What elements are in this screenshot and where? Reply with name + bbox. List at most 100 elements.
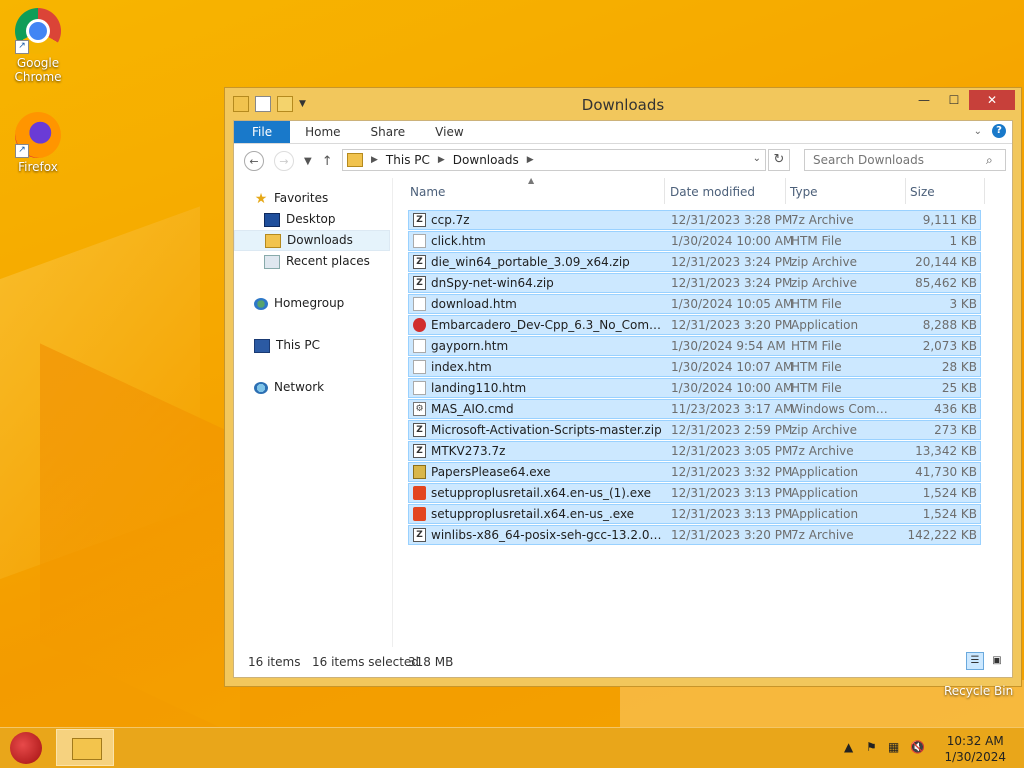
- breadcrumb-separator-icon[interactable]: ▶: [371, 155, 378, 165]
- start-button[interactable]: [10, 732, 42, 764]
- file-date: 1/30/2024 10:05 AM: [671, 297, 794, 311]
- recycle-bin-label[interactable]: Recycle Bin: [944, 684, 1013, 698]
- address-bar[interactable]: ▶ This PC ▶ Downloads ▶ ⌄: [342, 149, 766, 171]
- file-row[interactable]: setupproplusretail.x64.en-us_(1).exe 12/3…: [408, 483, 981, 503]
- file-row[interactable]: index.htm 1/30/2024 10:07 AM HTM File 28 KB: [408, 357, 981, 377]
- file-row[interactable]: Embarcadero_Dev-Cpp_6.3_No_Compiler... 12…: [408, 315, 981, 335]
- volume-muted-icon[interactable]: 🔇: [910, 740, 925, 754]
- breadcrumb-separator-icon[interactable]: ▶: [438, 155, 445, 165]
- action-center-flag-icon[interactable]: ⚑: [866, 740, 877, 754]
- file-row[interactable]: landing110.htm 1/30/2024 10:00 AM HTM File…: [408, 378, 981, 398]
- forward-button[interactable]: →: [274, 151, 294, 171]
- column-name[interactable]: Name: [410, 185, 445, 199]
- breadcrumb-downloads[interactable]: Downloads: [453, 153, 519, 167]
- maximize-button[interactable]: ☐: [939, 90, 969, 110]
- column-size[interactable]: Size: [910, 185, 935, 199]
- minimize-button[interactable]: —: [909, 90, 939, 110]
- file-row[interactable]: setupproplusretail.x64.en-us_.exe 12/31/2…: [408, 504, 981, 524]
- file-row[interactable]: gayporn.htm 1/30/2024 9:54 AM HTM File 2,07…: [408, 336, 981, 356]
- desktop-icon-firefox[interactable]: ↗ Firefox: [2, 112, 74, 174]
- file-type: 7z Archive: [791, 528, 854, 542]
- column-type[interactable]: Type: [790, 185, 818, 199]
- computer-icon: [254, 338, 270, 353]
- taskbar-file-explorer-button[interactable]: [56, 729, 114, 766]
- star-icon: ★: [254, 190, 268, 207]
- column-divider[interactable]: [785, 178, 786, 204]
- nav-recent-places[interactable]: Recent places: [234, 251, 392, 272]
- nav-homegroup[interactable]: Homegroup: [234, 293, 392, 314]
- file-size: 25 KB: [941, 381, 977, 395]
- tab-share[interactable]: Share: [356, 121, 421, 143]
- file-size: 28 KB: [941, 360, 977, 374]
- file-date: 1/30/2024 9:54 AM: [671, 339, 786, 353]
- file-name: die_win64_portable_3.09_x64.zip: [431, 255, 630, 269]
- file-row[interactable]: dnSpy-net-win64.zip 12/31/2023 3:24 PMzip…: [408, 273, 981, 293]
- file-name: click.htm: [431, 234, 486, 248]
- file-size: 273 KB: [934, 423, 977, 437]
- expand-ribbon-icon[interactable]: ⌄: [974, 126, 982, 137]
- file-row[interactable]: click.htm 1/30/2024 10:00 AM HTM File 1 KB: [408, 231, 981, 251]
- file-explorer-icon: [72, 738, 102, 760]
- desktop-icon-chrome[interactable]: ↗ Google Chrome: [2, 8, 74, 84]
- file-row[interactable]: PapersPlease64.exe 12/31/2023 3:32 PM Appl…: [408, 462, 981, 482]
- status-bar: 16 items 16 items selected 318 MB ☰ ▣: [234, 647, 1012, 677]
- app-red-file-icon: [413, 318, 426, 332]
- breadcrumb-this-pc[interactable]: This PC: [386, 153, 430, 167]
- htm-file-icon: [413, 360, 426, 374]
- file-row[interactable]: ccp.7z 12/31/2023 3:28 PM7z Archive 9,111 …: [408, 210, 981, 230]
- recent-locations-dropdown[interactable]: ▼: [304, 156, 312, 167]
- file-row[interactable]: winlibs-x86_64-posix-seh-gcc-13.2.0-llv.…: [408, 525, 981, 545]
- close-button[interactable]: ✕: [969, 90, 1015, 110]
- column-divider[interactable]: [905, 178, 906, 204]
- details-view-icon[interactable]: ☰: [966, 652, 984, 670]
- tab-file[interactable]: File: [234, 121, 291, 143]
- file-date: 1/30/2024 10:07 AM: [671, 360, 794, 374]
- file-date: 12/31/2023 3:20 PM: [671, 318, 793, 332]
- zip-file-icon: [413, 528, 426, 542]
- column-divider[interactable]: [984, 178, 985, 204]
- address-dropdown-icon[interactable]: ⌄: [753, 153, 761, 164]
- file-row[interactable]: MTKV273.7z 12/31/2023 3:05 PM7z Archive 13…: [408, 441, 981, 461]
- file-date: 1/30/2024 10:00 AM: [671, 234, 794, 248]
- nav-desktop[interactable]: Desktop: [234, 209, 392, 230]
- file-name: setupproplusretail.x64.en-us_(1).exe: [431, 486, 652, 500]
- clock[interactable]: 10:32 AM 1/30/2024: [944, 733, 1006, 765]
- back-button[interactable]: ←: [244, 151, 264, 171]
- file-row[interactable]: Microsoft-Activation-Scripts-master.zip 1…: [408, 420, 981, 440]
- nav-label: Homegroup: [274, 296, 345, 310]
- window-title: Downloads: [581, 96, 665, 114]
- nav-this-pc[interactable]: This PC: [234, 335, 392, 356]
- file-name: MTKV273.7z: [431, 444, 506, 458]
- network-tray-icon[interactable]: ▦: [888, 740, 899, 754]
- show-hidden-icons-icon[interactable]: ▲: [844, 740, 853, 754]
- help-icon[interactable]: ?: [992, 124, 1006, 138]
- breadcrumb-separator-icon[interactable]: ▶: [527, 155, 534, 165]
- file-type: zip Archive: [791, 276, 857, 290]
- search-icon[interactable]: ⌕: [986, 153, 993, 168]
- shortcut-arrow-icon: ↗: [15, 144, 29, 158]
- nav-label: Recent places: [286, 254, 370, 268]
- search-input[interactable]: [804, 149, 1006, 171]
- htm-file-icon: [413, 297, 426, 311]
- file-row[interactable]: die_win64_portable_3.09_x64.zip 12/31/202…: [408, 252, 981, 272]
- refresh-button[interactable]: ↻: [768, 149, 790, 171]
- up-button[interactable]: ↑: [322, 154, 333, 169]
- file-name: Microsoft-Activation-Scripts-master.zip: [431, 423, 662, 437]
- tab-view[interactable]: View: [420, 121, 478, 143]
- file-type: HTM File: [791, 360, 842, 374]
- file-row[interactable]: download.htm 1/30/2024 10:05 AM HTM File 3 …: [408, 294, 981, 314]
- file-size: 41,730 KB: [915, 465, 977, 479]
- file-row[interactable]: MAS_AIO.cmd 11/23/2023 3:17 AMWindows Com…: [408, 399, 981, 419]
- nav-downloads[interactable]: Downloads: [234, 230, 390, 251]
- desktop-icon-label: Firefox: [18, 160, 58, 174]
- nav-favorites[interactable]: ★ Favorites: [234, 188, 392, 209]
- title-bar[interactable]: ▼ Downloads — ☐ ✕: [225, 88, 1021, 120]
- desktop-icon-label: Google Chrome: [14, 56, 62, 84]
- column-date-modified[interactable]: Date modified: [670, 185, 755, 199]
- large-icons-view-icon[interactable]: ▣: [988, 652, 1006, 670]
- htm-file-icon: [413, 381, 426, 395]
- file-name: dnSpy-net-win64.zip: [431, 276, 554, 290]
- column-divider[interactable]: [664, 178, 665, 204]
- tab-home[interactable]: Home: [290, 121, 355, 143]
- nav-network[interactable]: Network: [234, 377, 392, 398]
